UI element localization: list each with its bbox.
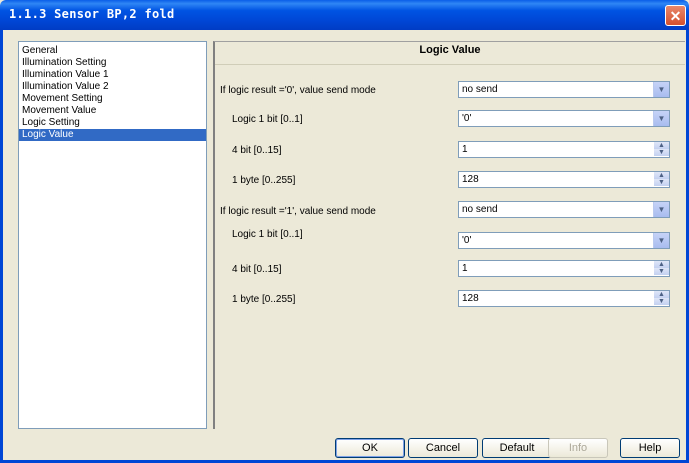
row-label: 1 byte [0..255] (232, 294, 296, 305)
parameter-tree[interactable]: General Illumination Setting Illuminatio… (18, 41, 207, 429)
parameter-panel: Logic Value If logic result ='0', value … (213, 41, 685, 431)
1byte-0-spinner[interactable]: 128 ▲ ▼ (458, 171, 670, 188)
panel-title: Logic Value (215, 42, 685, 64)
info-button: Info (548, 438, 608, 458)
field-value: 128 (462, 174, 479, 185)
spin-up-down-icon[interactable]: ▲ ▼ (654, 142, 669, 157)
spin-up-down-icon[interactable]: ▲ ▼ (654, 261, 669, 276)
tree-item-movement-setting[interactable]: Movement Setting (19, 93, 206, 105)
chevron-down-icon[interactable]: ▼ (653, 202, 669, 217)
field-value: '0' (462, 235, 472, 246)
field-value: 1 (462, 144, 468, 155)
4bit-0-spinner[interactable]: 1 ▲ ▼ (458, 141, 670, 158)
tree-item-illumination-value-2[interactable]: Illumination Value 2 (19, 81, 206, 93)
window-title: 1.1.3 Sensor BP,2 fold (9, 7, 175, 21)
row-label: Logic 1 bit [0..1] (232, 114, 303, 125)
tree-item-movement-value[interactable]: Movement Value (19, 105, 206, 117)
row-label: 4 bit [0..15] (232, 264, 282, 275)
panel-body: If logic result ='0', value send mode no… (215, 64, 685, 431)
close-button[interactable]: ✕ (665, 5, 686, 26)
field-value: no send (462, 84, 498, 95)
field-value: 1 (462, 263, 468, 274)
logic-1bit-1-dropdown[interactable]: '0' ▼ (458, 232, 670, 249)
send-mode-0-dropdown[interactable]: no send ▼ (458, 81, 670, 98)
cancel-button[interactable]: Cancel (408, 438, 478, 458)
close-icon: ✕ (669, 8, 682, 24)
tree-item-illumination-setting[interactable]: Illumination Setting (19, 57, 206, 69)
1byte-1-spinner[interactable]: 128 ▲ ▼ (458, 290, 670, 307)
ok-button[interactable]: OK (335, 438, 405, 458)
tree-item-illumination-value-1[interactable]: Illumination Value 1 (19, 69, 206, 81)
chevron-down-icon[interactable]: ▼ (653, 111, 669, 126)
chevron-down-icon[interactable]: ▼ (653, 82, 669, 97)
field-value: no send (462, 204, 498, 215)
logic-1bit-0-dropdown[interactable]: '0' ▼ (458, 110, 670, 127)
chevron-down-icon[interactable]: ▼ (653, 233, 669, 248)
tree-item-logic-setting[interactable]: Logic Setting (19, 117, 206, 129)
default-button[interactable]: Default (482, 438, 552, 458)
tree-item-logic-value[interactable]: Logic Value (19, 129, 206, 141)
send-mode-1-dropdown[interactable]: no send ▼ (458, 201, 670, 218)
4bit-1-spinner[interactable]: 1 ▲ ▼ (458, 260, 670, 277)
field-value: 128 (462, 293, 479, 304)
help-button[interactable]: Help (620, 438, 680, 458)
tree-item-general[interactable]: General (19, 45, 206, 57)
row-label: If logic result ='1', value send mode (220, 206, 376, 217)
field-value: '0' (462, 113, 472, 124)
spin-up-down-icon[interactable]: ▲ ▼ (654, 172, 669, 187)
row-label: Logic 1 bit [0..1] (232, 229, 303, 240)
spin-up-down-icon[interactable]: ▲ ▼ (654, 291, 669, 306)
title-bar[interactable]: 1.1.3 Sensor BP,2 fold ✕ (0, 0, 689, 30)
row-label: 1 byte [0..255] (232, 175, 296, 186)
row-label: If logic result ='0', value send mode (220, 85, 376, 96)
row-label: 4 bit [0..15] (232, 145, 282, 156)
